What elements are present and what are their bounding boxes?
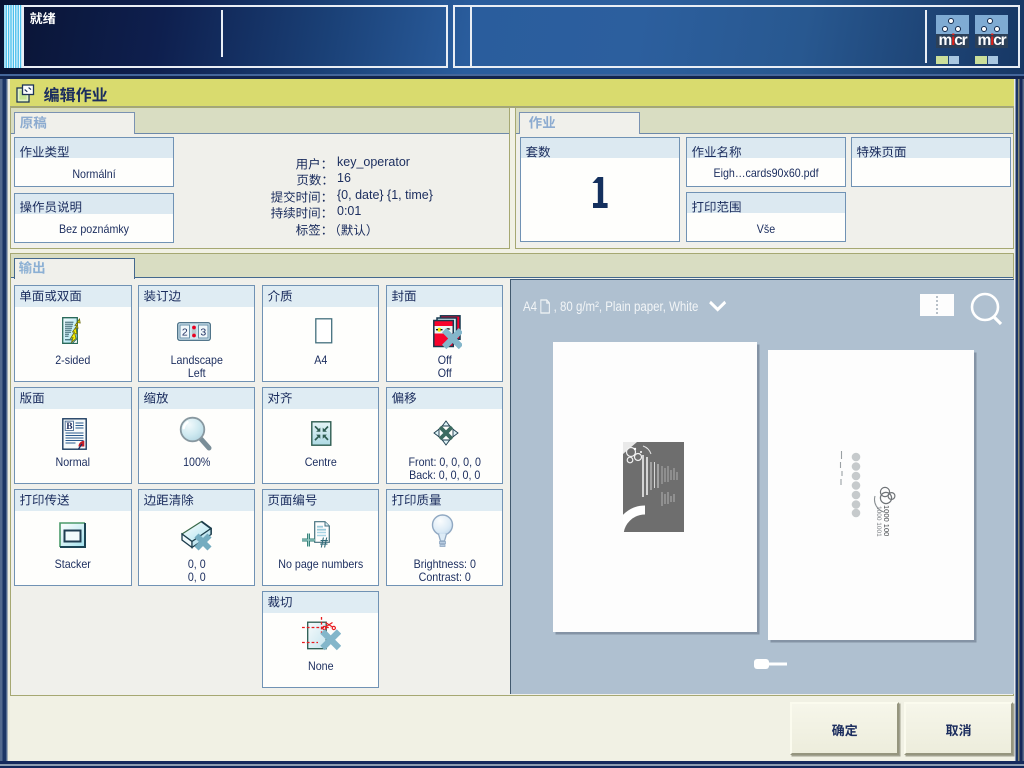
svg-text:1000 100: 1000 100 (882, 505, 891, 536)
svg-text:1000 1001: 1000 1001 (875, 506, 882, 537)
svg-text:3: 3 (200, 326, 206, 338)
svg-text:B: B (66, 422, 73, 432)
svg-text:2: 2 (182, 326, 188, 338)
svg-text:#: # (320, 536, 328, 550)
